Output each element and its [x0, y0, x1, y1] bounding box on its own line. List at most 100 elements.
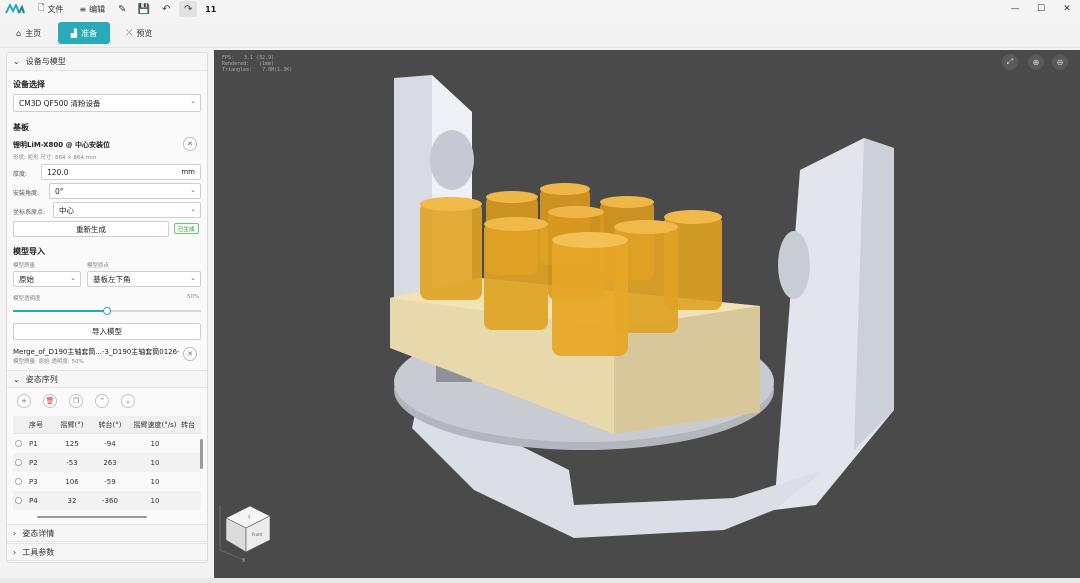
origin-label: 坐标系原点: — [13, 209, 46, 216]
origin-select[interactable]: 中心 ⌄ — [53, 202, 201, 218]
axis-x-label: X — [242, 558, 246, 564]
device-select[interactable]: CM3D QF500 清粉设备 ⌄ — [13, 94, 201, 112]
maximize-icon[interactable]: ☐ — [1028, 0, 1054, 18]
copy-pose-button[interactable]: ❐ — [69, 394, 83, 408]
chevron-down-icon: ⌄ — [190, 186, 196, 194]
app-logo — [4, 0, 26, 18]
chevron-right-icon: › — [13, 528, 17, 538]
chevron-down-icon: ⌄ — [125, 397, 131, 405]
toolbar-counter: 11 — [205, 4, 217, 14]
import-model-button[interactable]: 导入模型 — [13, 323, 201, 340]
close-icon: ✕ — [187, 350, 193, 358]
model-origin-select[interactable]: 基板左下角 ⌄ — [87, 271, 201, 287]
table-row[interactable]: P1 125 -94 10 — [13, 434, 201, 453]
menu-edit[interactable]: ≡ 编辑 — [75, 0, 109, 18]
remove-model-button[interactable]: ✕ — [183, 347, 197, 361]
add-pose-button[interactable]: + — [17, 394, 31, 408]
section-tool-params[interactable]: › 工具参数 — [7, 543, 207, 561]
redo-icon[interactable]: ↷ — [179, 1, 198, 17]
import-label: 模型导入 — [13, 247, 45, 256]
quality-select[interactable]: 原始 ⌄ — [13, 271, 81, 287]
chevron-down-icon: ⌄ — [190, 97, 196, 105]
table-hscrollbar[interactable] — [37, 516, 147, 518]
table-scrollbar[interactable] — [200, 439, 203, 469]
regenerate-button[interactable]: 重新生成 — [13, 221, 169, 237]
thickness-input[interactable]: 120.0 mm — [41, 164, 201, 180]
row-radio[interactable] — [14, 478, 22, 485]
trash-icon: 🗑 — [45, 397, 55, 405]
copy-icon: ❐ — [72, 397, 80, 405]
table-row[interactable]: P3 106 -59 10 — [13, 472, 201, 491]
plus-icon: + — [21, 397, 27, 405]
opacity-slider-fill — [13, 310, 107, 312]
table-header: 序号 摇臂(°) 转台(°) 摇臂速度(°/s) 转台 — [13, 416, 201, 434]
delete-pose-button[interactable]: 🗑 — [43, 394, 57, 408]
opacity-slider-track[interactable] — [13, 307, 201, 315]
model-origin-label: 模型原点 — [87, 263, 110, 269]
row-radio[interactable] — [14, 497, 22, 504]
substrate-name: 锂明LiM-X800 @ 中心安装位 — [13, 141, 111, 149]
opacity-label: 模型透明度 — [13, 296, 41, 302]
row-radio[interactable] — [14, 440, 22, 447]
pose-table: 序号 摇臂(°) 转台(°) 摇臂速度(°/s) 转台 P1 125 -94 1… — [13, 416, 201, 510]
view-cube[interactable]: Y Front X — [219, 505, 271, 564]
opacity-value: 50% — [187, 294, 200, 300]
close-icon: ✕ — [187, 140, 193, 148]
cube-front-label: Front — [252, 532, 263, 537]
thickness-unit: mm — [181, 168, 195, 176]
table-row[interactable]: P2 -53 263 10 — [13, 453, 201, 472]
chevron-down-icon: ⌄ — [13, 57, 20, 66]
close-icon[interactable]: ✕ — [1054, 0, 1080, 18]
chevron-right-icon: › — [13, 547, 17, 557]
part-cylinder — [484, 217, 548, 330]
chevron-down-icon: ⌄ — [13, 374, 20, 384]
section-pose-detail[interactable]: › 姿态详情 — [7, 524, 207, 542]
angle-select[interactable]: 0° ⌄ — [49, 183, 201, 199]
status-bar — [0, 578, 1080, 583]
hamburger-icon: ≡ — [79, 4, 87, 14]
chevron-down-icon: ⌄ — [190, 274, 196, 282]
save-icon[interactable]: 💾 — [135, 1, 153, 17]
viewport-3d[interactable]: FPS: 3.1 (32.9) Rendered: (1mm) Triangles:… — [214, 50, 1080, 578]
right-arm — [774, 138, 894, 510]
menu-file[interactable]: 🗋 文件 — [34, 0, 67, 18]
tab-bar: ⌂ 主页 ▟ 准备 ⤫ 预览 — [0, 18, 1080, 48]
left-panel: ⌄ 设备与模型 设备选择 CM3D QF500 清粉设备 ⌄ 基板 锂明LiM-… — [6, 52, 208, 563]
section-device-model[interactable]: ⌄ 设备与模型 — [7, 53, 207, 71]
move-down-button[interactable]: ⌄ — [121, 394, 135, 408]
section-pose-sequence[interactable]: ⌄ 姿态序列 — [7, 370, 207, 388]
generated-badge: 已生成 — [174, 223, 199, 234]
scene: Y Front X — [219, 75, 894, 564]
model-file-name: Merge_of_D190主轴套筒...-3_D190主轴套筒0126-3 — [13, 348, 179, 356]
substrate-desc: 形状: 矩形 尺寸: 864 × 864 mm — [13, 155, 97, 161]
prepare-icon: ▟ — [70, 28, 78, 38]
substrate-label: 基板 — [13, 123, 29, 132]
tab-home[interactable]: ⌂ 主页 — [8, 22, 49, 44]
quality-label: 模型质量 — [13, 263, 36, 269]
model-file-desc: 模型质量: 原始 透明度: 50% — [13, 359, 84, 365]
chevron-down-icon: ⌄ — [70, 274, 76, 282]
part-cylinder — [420, 197, 482, 300]
chevron-down-icon: ⌄ — [190, 205, 196, 213]
window-controls: — ☐ ✕ — [1002, 0, 1080, 18]
table-row[interactable]: P4 32 -360 10 — [13, 491, 201, 510]
preview-icon: ⤫ — [126, 28, 133, 37]
thickness-label: 厚度: — [13, 171, 28, 178]
move-up-button[interactable]: ⌃ — [95, 394, 109, 408]
remove-substrate-button[interactable]: ✕ — [183, 137, 197, 151]
home-icon: ⌂ — [16, 28, 22, 38]
file-icon: 🗋 — [38, 3, 45, 12]
angle-label: 安装角度: — [13, 190, 40, 197]
tab-prepare[interactable]: ▟ 准备 — [58, 22, 110, 44]
undo-icon[interactable]: ↶ — [157, 1, 175, 17]
tab-preview[interactable]: ⤫ 预览 — [118, 22, 160, 44]
new-file-icon[interactable]: ✎ — [113, 1, 131, 17]
minimize-icon[interactable]: — — [1002, 0, 1028, 18]
opacity-slider-thumb[interactable] — [103, 307, 111, 315]
row-radio[interactable] — [14, 459, 22, 466]
cube-top-label: Y — [247, 515, 251, 520]
part-cylinder — [552, 232, 628, 356]
title-bar: 🗋 文件 ≡ 编辑 ✎ 💾 ↶ ↷ 11 — ☐ ✕ — [0, 0, 1080, 18]
chevron-up-icon: ⌃ — [99, 397, 105, 405]
device-select-label: 设备选择 — [13, 80, 45, 89]
